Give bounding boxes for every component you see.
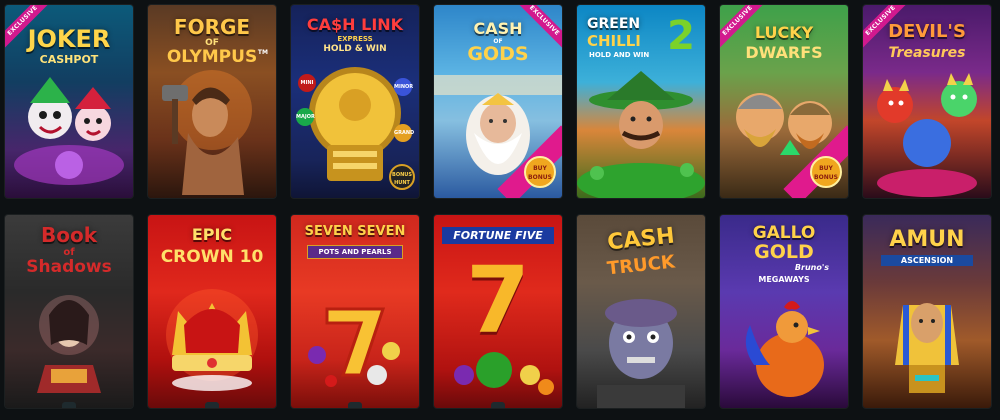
game-grid: JOKER CASHPOT EXCLUSIVE FORGE OF OLYMPUS… [0,0,1000,420]
game-tile-joker-cashpot[interactable]: JOKER CASHPOT EXCLUSIVE [5,5,133,198]
tile-tab [205,402,219,408]
game-subtitle: CASHPOT [39,53,99,66]
sevens-fruit-art [308,307,400,387]
game-title: LUCKY [754,23,814,42]
game-tile-cash-of-gods[interactable]: CASH OF GODS EXCLUSIVE BUY BONUS [434,5,562,198]
game-subtitle: OLYMPUS [166,47,258,67]
game-subtitle: Shadows [26,257,112,277]
game-title: JOKER [27,25,111,53]
game-subtitle: CROWN 10 [160,247,264,267]
game-tagline: Bruno's [794,263,830,272]
game-tile-cash-truck[interactable]: CASH TRUCK [577,215,705,408]
game-subtitle: POTS AND PEARLS [307,245,403,259]
game-tile-epic-crown-10[interactable]: EPIC CROWN 10 [148,215,276,408]
game-tile-book-of-shadows[interactable]: Book of Shadows [5,215,133,408]
game-tile-fortune-five[interactable]: FORTUNE FIVE 7 [434,215,562,408]
game-title: CA$H LINK [306,15,404,34]
trademark-label: TM [257,49,268,56]
game-subtitle: Treasures [888,45,966,61]
game-tagline: HOLD AND WIN [589,51,650,59]
tile-tab [62,402,76,408]
game-tile-forge-of-olympus[interactable]: FORGE OF OLYMPUS TM [148,5,276,198]
game-subtitle: DWARFS [745,43,823,62]
game-subtitle: EXPRESS [337,35,373,43]
game-title: GALLO [752,223,816,243]
game-title: SEVEN SEVEN [304,224,406,239]
game-title: FORGE [173,15,251,39]
game-tagline: HOLD & WIN [323,44,387,54]
game-tile-gallo-gold[interactable]: GALLO GOLD Bruno's MEGAWAYS [720,215,848,408]
game-title: Book [40,223,98,247]
buy-bonus-badge: BUY BONUS [810,156,842,188]
coin-grand-label: GRAND [394,130,415,136]
game-tile-green-chilli-2[interactable]: GREEN CHILLI 2 HOLD AND WIN [577,5,705,198]
game-title: DEVIL'S [888,21,966,42]
buy-bonus-badge: BUY BONUS [524,156,556,188]
bonus-hunt-badge: BONUS HUNT [389,164,415,190]
game-title: FORTUNE FIVE [442,227,554,244]
big-seven: 7 [465,247,530,354]
coin-major-label: MAJOR [296,114,315,120]
game-tile-devils-treasures[interactable]: DEVIL'S Treasures EXCLUSIVE [863,5,991,198]
game-subtitle: GOLD [754,241,814,263]
game-tile-amun-ascension[interactable]: AMUN ASCENSION [863,215,991,408]
game-title: EPIC [191,225,233,244]
game-tile-seven-seven[interactable]: SEVEN SEVEN POTS AND PEARLS [291,215,419,408]
tile-tab [491,402,505,408]
coin-mini-label: MINI [300,80,314,86]
game-tile-lucky-dwarfs[interactable]: LUCKY DWARFS EXCLUSIVE BUY BONUS [720,5,848,198]
game-tile-cash-link-express[interactable]: CA$H LINK EXPRESS HOLD & WIN MINI MINOR … [291,5,419,198]
tile-tab [348,402,362,408]
game-subtitle: ASCENSION [881,255,973,266]
game-subtitle: GODS [467,43,529,65]
coin-minor-label: MINOR [394,84,414,90]
megaways-label: MEGAWAYS [758,275,810,284]
game-title: AMUN [889,227,965,252]
